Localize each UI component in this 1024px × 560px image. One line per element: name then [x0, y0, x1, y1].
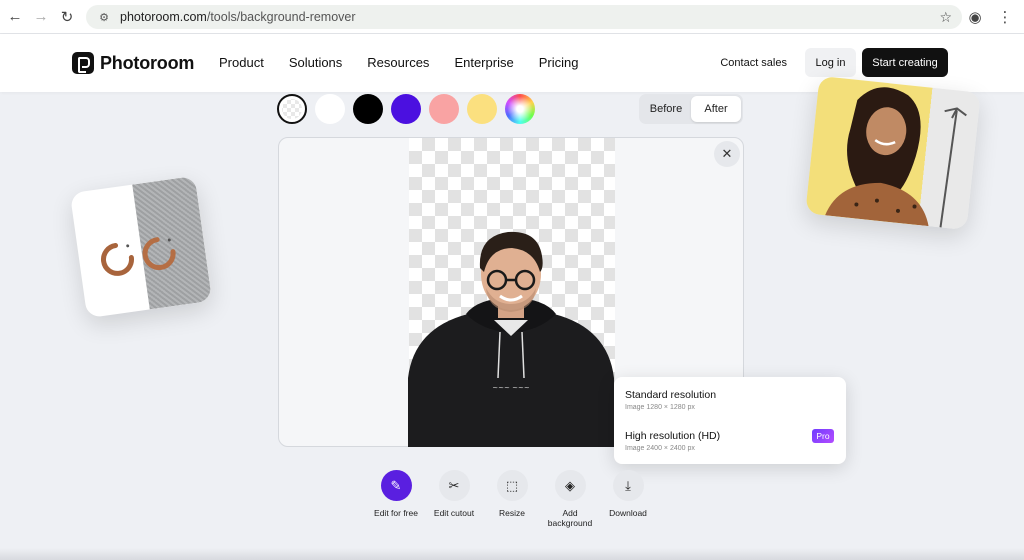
download-label: Download: [609, 508, 647, 518]
swatch-custom-color[interactable]: [505, 94, 535, 124]
swatch-transparent[interactable]: [277, 94, 307, 124]
example-card-earrings: [69, 175, 213, 319]
download-icon: ⤓: [612, 470, 644, 501]
before-after-toggle: Before After: [639, 94, 743, 124]
forward-arrow-icon[interactable]: →: [28, 4, 54, 30]
logo-text: Photoroom: [100, 52, 195, 73]
main-nav: Product Solutions Resources Enterprise P…: [219, 55, 578, 70]
pro-badge: Pro: [812, 429, 834, 443]
back-arrow-icon[interactable]: ←: [2, 4, 28, 30]
url-path: /tools/background-remover: [206, 10, 356, 24]
earrings-illustration: [101, 237, 176, 276]
nav-resources[interactable]: Resources: [367, 55, 429, 70]
action-toolbar: ✎ Edit for free ✂ Edit cutout ⬚ Resize ◈…: [367, 470, 657, 528]
add-background-button[interactable]: ◈ Add background: [541, 470, 599, 528]
nav-pricing[interactable]: Pricing: [539, 55, 579, 70]
resize-icon: ⬚: [496, 470, 528, 501]
photoroom-logo[interactable]: Photoroom: [72, 52, 194, 74]
swatch-purple[interactable]: [391, 94, 421, 124]
url-host: photoroom.com: [120, 10, 207, 24]
page-bottom-edge: [0, 548, 1024, 560]
hd-resolution-option[interactable]: High resolution (HD) Image 2400 × 2400 p…: [625, 430, 720, 452]
standard-resolution-size: Image 1280 × 1280 px: [625, 404, 695, 411]
edit-cutout-button[interactable]: ✂ Edit cutout: [425, 470, 483, 528]
edit-cutout-label: Edit cutout: [433, 508, 475, 518]
swatch-white[interactable]: [315, 94, 345, 124]
add-background-label: Add background: [547, 508, 593, 528]
layers-icon: ◈: [554, 470, 586, 501]
logo-mark-icon: [72, 52, 94, 74]
site-settings-icon[interactable]: ⚙: [96, 9, 112, 25]
scissors-icon: ✂: [438, 470, 470, 501]
contact-sales-link[interactable]: Contact sales: [720, 57, 787, 69]
before-tab[interactable]: Before: [641, 96, 691, 122]
resize-button[interactable]: ⬚ Resize: [483, 470, 541, 528]
standard-resolution-title: Standard resolution: [625, 389, 717, 401]
resize-label: Resize: [499, 508, 525, 518]
browser-chrome: ← → ↻ ⚙ photoroom.com/tools/background-r…: [0, 0, 1024, 34]
start-creating-button[interactable]: Start creating: [862, 48, 948, 77]
reload-icon[interactable]: ↻: [54, 4, 80, 30]
swatch-black[interactable]: [353, 94, 383, 124]
hd-resolution-title: High resolution (HD): [625, 430, 721, 442]
resolution-popup: Standard resolution Image 1280 × 1280 px…: [614, 377, 846, 464]
edit-for-free-label: Edit for free: [374, 508, 418, 518]
example-card-portrait: [805, 75, 981, 231]
swatch-pink[interactable]: [429, 94, 459, 124]
standard-resolution-option[interactable]: Standard resolution Image 1280 × 1280 px: [625, 389, 716, 411]
background-swatches: [277, 94, 535, 124]
profile-icon[interactable]: ◉: [962, 4, 988, 30]
pencil-icon: ✎: [380, 470, 412, 501]
log-in-button[interactable]: Log in: [805, 48, 856, 77]
nav-solutions[interactable]: Solutions: [289, 55, 342, 70]
hd-resolution-size: Image 2400 × 2400 px: [625, 445, 695, 452]
person-cutout: ~~~ ~~~: [408, 231, 614, 447]
menu-kebab-icon[interactable]: ⋮: [992, 4, 1018, 30]
swatch-yellow[interactable]: [467, 94, 497, 124]
url-text: photoroom.com/tools/background-remover: [120, 10, 356, 24]
svg-text:~~~ ~~~: ~~~ ~~~: [492, 384, 530, 392]
edit-for-free-button[interactable]: ✎ Edit for free: [367, 470, 425, 528]
nav-product[interactable]: Product: [219, 55, 264, 70]
nav-enterprise[interactable]: Enterprise: [454, 55, 513, 70]
bookmark-star-icon[interactable]: ☆: [939, 9, 952, 26]
header-actions: Contact sales Log in Start creating: [720, 48, 948, 77]
close-icon[interactable]: ✕: [714, 141, 740, 167]
address-bar[interactable]: ⚙ photoroom.com/tools/background-remover…: [86, 5, 962, 29]
download-button[interactable]: ⤓ Download: [599, 470, 657, 528]
portrait-illustration: [825, 87, 967, 228]
after-tab[interactable]: After: [691, 96, 741, 122]
